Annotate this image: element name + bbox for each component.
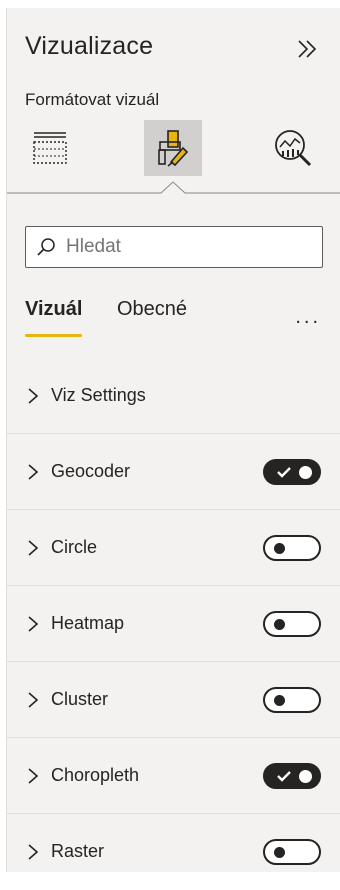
pane-title: Vizualizace (25, 32, 154, 60)
section-label: Cluster (51, 689, 109, 709)
geocoder-toggle[interactable] (263, 459, 321, 485)
format-visual-button[interactable] (144, 120, 202, 176)
chevron-right-icon (28, 844, 39, 860)
toggle-knob (299, 466, 312, 479)
pane-header: Vizualizace (25, 32, 326, 72)
toggle-knob (274, 847, 285, 858)
check-icon (277, 467, 291, 478)
format-section-list: Viz Settings Geocoder Circle Heatmap Clu… (7, 358, 340, 890)
pane-subtitle: Formátovat vizuál (25, 90, 160, 109)
section-label: Raster (51, 841, 105, 861)
toggle-knob (274, 543, 285, 554)
section-label: Viz Settings (51, 385, 146, 405)
chevron-right-icon (28, 388, 39, 404)
toggle-knob (274, 619, 285, 630)
section-circle[interactable]: Circle (7, 510, 340, 586)
visualizations-pane: Vizualizace Formátovat vizuál Hledat Viz… (6, 8, 340, 872)
check-icon (277, 771, 291, 782)
search-box[interactable] (25, 226, 323, 268)
analytics-button[interactable] (265, 120, 323, 176)
search-icon (37, 238, 55, 256)
toggle-knob (274, 695, 285, 706)
tab-vizual[interactable]: Vizuál (25, 298, 83, 337)
double-chevron-right-icon (298, 40, 317, 58)
mode-divider (7, 181, 340, 194)
table-fields-icon (33, 132, 67, 164)
section-choropleth[interactable]: Choropleth (7, 738, 340, 814)
section-label: Heatmap (51, 613, 125, 633)
choropleth-toggle[interactable] (263, 763, 321, 789)
section-label: Circle (51, 537, 98, 557)
build-visual-button[interactable] (21, 120, 79, 176)
chevron-right-icon (28, 768, 39, 784)
chevron-right-icon (28, 464, 39, 480)
format-tabs: Vizuál Obecné ... (25, 298, 325, 342)
tab-obecne[interactable]: Obecné (117, 298, 187, 321)
chevron-right-icon (28, 540, 39, 556)
search-input[interactable] (66, 236, 296, 258)
circle-toggle[interactable] (263, 535, 321, 561)
more-options-button[interactable]: ... (295, 306, 321, 329)
magnifier-chart-icon (275, 130, 312, 167)
section-label: Choropleth (51, 765, 140, 785)
heatmap-toggle[interactable] (263, 611, 321, 637)
section-raster[interactable]: Raster (7, 814, 340, 890)
collapse-pane-button[interactable] (292, 34, 322, 64)
chevron-right-icon (28, 692, 39, 708)
section-heatmap[interactable]: Heatmap (7, 586, 340, 662)
chevron-right-icon (28, 616, 39, 632)
section-label: Geocoder (51, 461, 131, 481)
section-cluster[interactable]: Cluster (7, 662, 340, 738)
raster-toggle[interactable] (263, 839, 321, 865)
toggle-knob (299, 770, 312, 783)
paint-roller-icon (158, 130, 189, 167)
section-geocoder[interactable]: Geocoder (7, 434, 340, 510)
cluster-toggle[interactable] (263, 687, 321, 713)
section-viz-settings[interactable]: Viz Settings (7, 358, 340, 434)
